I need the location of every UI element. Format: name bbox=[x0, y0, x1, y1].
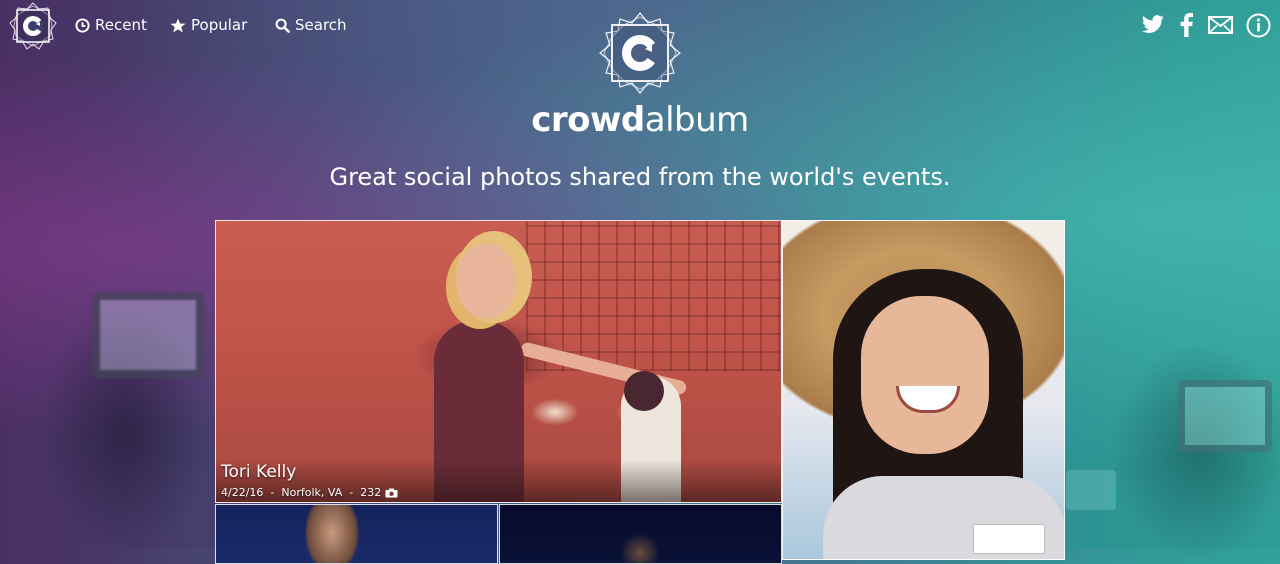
photo-detail-performer bbox=[304, 505, 360, 563]
event-photo-count: 232 bbox=[360, 486, 382, 499]
info-icon[interactable] bbox=[1246, 12, 1271, 38]
event-date: 4/22/16 bbox=[221, 486, 264, 499]
meta-separator: - bbox=[349, 486, 354, 499]
event-title: Tori Kelly bbox=[221, 462, 297, 482]
camera-icon bbox=[385, 488, 398, 497]
brand-wordmark: crowdalbum bbox=[0, 100, 1280, 140]
background-phone-right-small bbox=[1066, 470, 1116, 510]
nav-recent-label: Recent bbox=[95, 16, 147, 34]
search-icon bbox=[275, 18, 290, 33]
photo-detail-performer bbox=[620, 533, 660, 563]
brand-wordmark-bold: crowd bbox=[531, 100, 645, 140]
background-phone-left bbox=[92, 292, 204, 378]
nav-recent-link[interactable]: Recent bbox=[75, 14, 147, 36]
meta-separator: - bbox=[270, 486, 275, 499]
stage-truss-graphic bbox=[526, 221, 781, 371]
photo-detail-name-badge bbox=[973, 524, 1045, 554]
mail-icon[interactable] bbox=[1208, 12, 1233, 38]
background-crowd-right bbox=[1110, 340, 1280, 560]
featured-photo-grid: Tori Kelly 4/22/16 - Norfolk, VA - 232 bbox=[215, 220, 1065, 564]
event-tile-small-2[interactable] bbox=[499, 504, 782, 564]
star-icon bbox=[170, 18, 186, 32]
facebook-icon[interactable] bbox=[1180, 12, 1193, 38]
nav-popular-link[interactable]: Popular bbox=[170, 14, 247, 36]
portrait-photo-tile[interactable] bbox=[782, 220, 1065, 560]
nav-search-label: Search bbox=[295, 16, 347, 34]
twitter-icon[interactable] bbox=[1141, 12, 1165, 38]
nav-popular-label: Popular bbox=[191, 16, 248, 34]
recent-clock-icon bbox=[75, 17, 90, 33]
event-tile-small-1[interactable] bbox=[215, 504, 498, 564]
featured-event-tile[interactable]: Tori Kelly 4/22/16 - Norfolk, VA - 232 bbox=[215, 220, 782, 503]
background-crowd-left bbox=[40, 300, 210, 560]
event-location: Norfolk, VA bbox=[281, 486, 343, 499]
nav-search-link[interactable]: Search bbox=[275, 14, 347, 36]
background-phone-right bbox=[1178, 380, 1272, 452]
crowdalbum-logo-icon bbox=[598, 11, 682, 95]
brand-wordmark-light: album bbox=[644, 100, 750, 140]
tagline: Great social photos shared from the worl… bbox=[329, 163, 951, 191]
event-meta: 4/22/16 - Norfolk, VA - 232 bbox=[221, 486, 398, 499]
photo-detail-guitarist-head bbox=[624, 371, 664, 411]
photo-detail-singer-head bbox=[456, 243, 516, 319]
photo-detail-face bbox=[861, 296, 989, 454]
home-logo-icon[interactable] bbox=[9, 2, 57, 50]
